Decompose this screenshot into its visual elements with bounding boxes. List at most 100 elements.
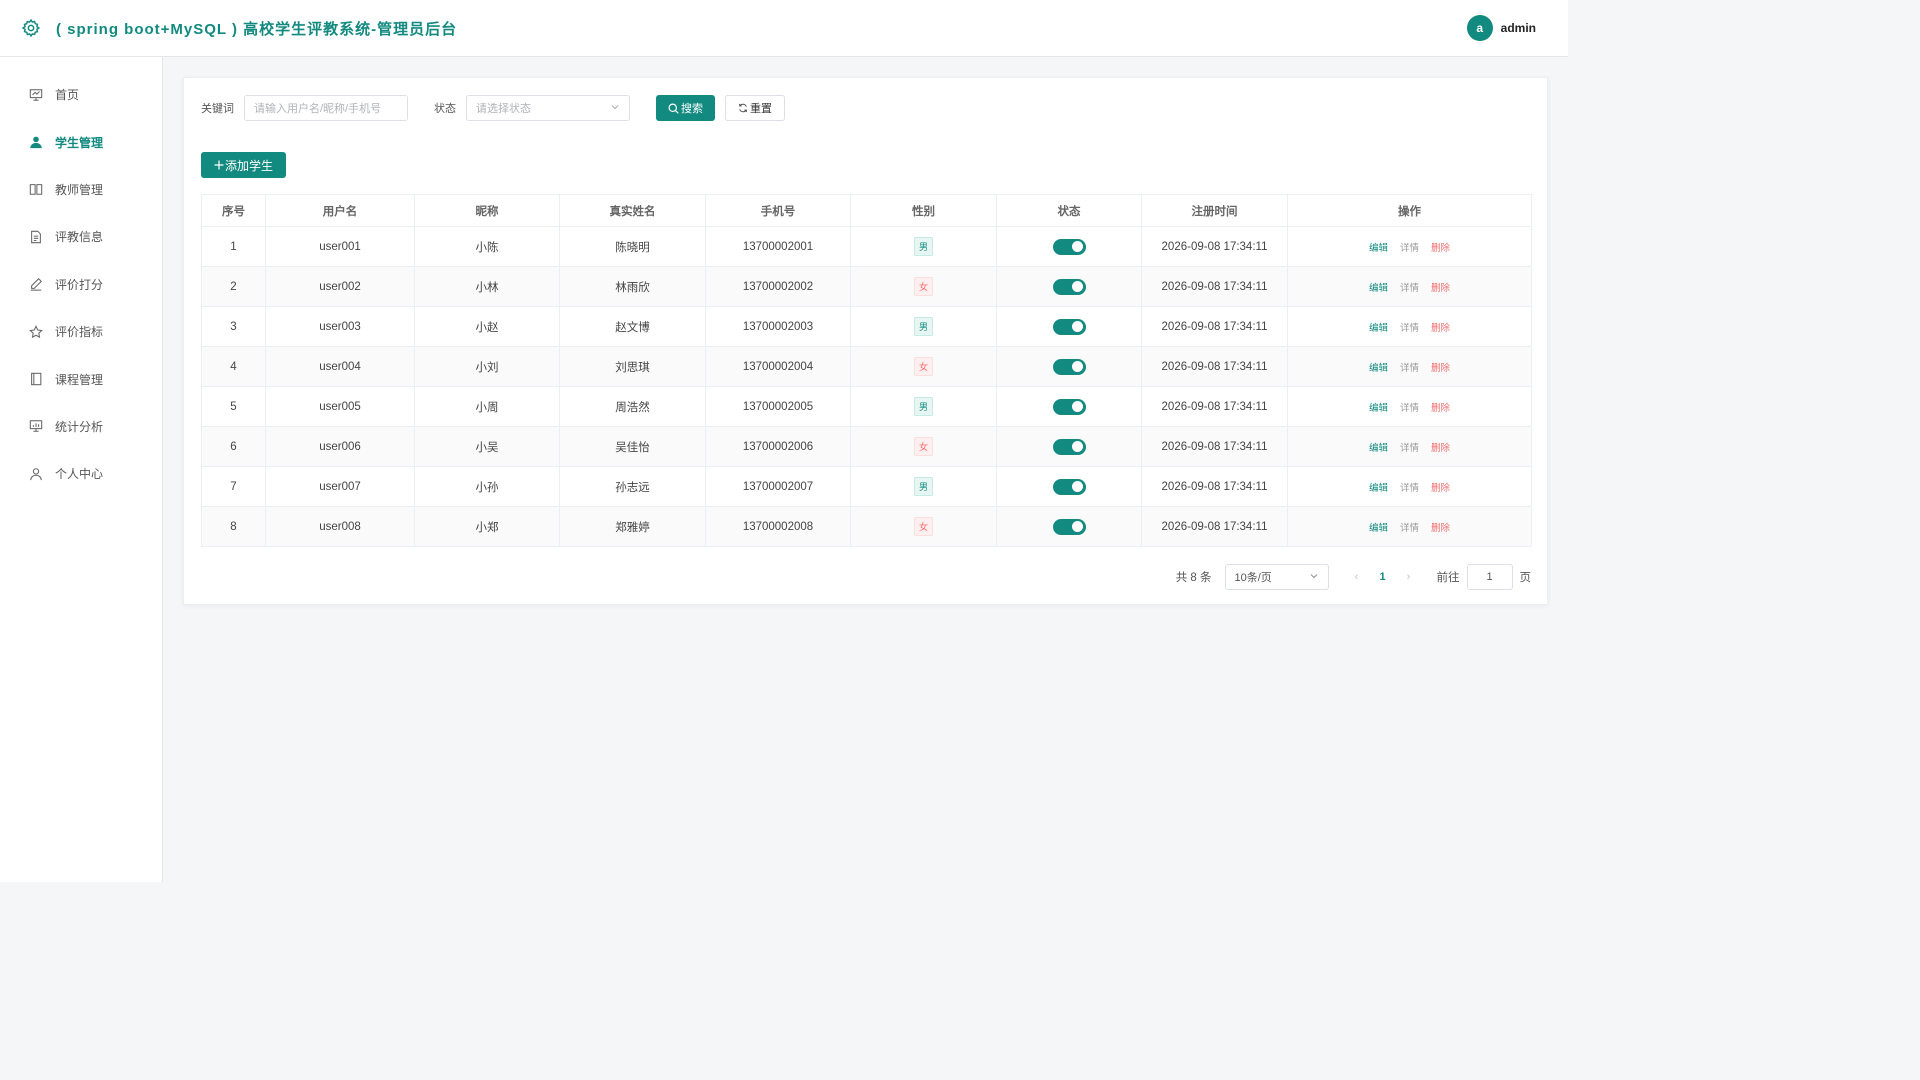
goto-page-input[interactable]: 1 [1466,564,1513,590]
realname-cell: 刘思琪 [559,346,706,387]
phone-cell: 13700002008 [705,506,851,547]
status-toggle[interactable] [1052,438,1086,455]
sidebar-item-evaluations[interactable]: 评教信息 [0,213,162,260]
chevron-down-icon [1309,571,1319,584]
column-header: 状态 [996,194,1142,227]
user-menu[interactable]: a admin [1466,15,1536,41]
register-time-cell: 2026-09-08 17:34:11 [1141,266,1288,307]
search-button[interactable]: 搜索 [656,95,715,121]
realname-cell: 林雨欣 [559,266,706,307]
gear-icon[interactable] [20,17,42,39]
chart-board-icon [28,87,44,103]
detail-button[interactable]: 详情 [1400,363,1419,374]
status-toggle[interactable] [1052,358,1086,375]
gender-tag: 女 [913,517,933,536]
add-student-button[interactable]: 添加学生 [201,152,287,178]
add-student-label: 添加学生 [225,158,274,173]
nickname-cell: 小刘 [414,346,560,387]
delete-button[interactable]: 删除 [1431,443,1450,454]
toggle-knob [1071,241,1083,252]
delete-button[interactable]: 删除 [1431,363,1450,374]
detail-button[interactable]: 详情 [1400,443,1419,454]
sidebar-item-label: 统计分析 [55,419,104,434]
page-jump: 前往 1 页 [1437,564,1531,590]
column-header: 操作 [1287,194,1532,227]
detail-button[interactable]: 详情 [1400,283,1419,294]
status-toggle[interactable] [1052,478,1086,495]
sidebar-item-label: 评价打分 [55,277,104,292]
top-header: ( spring boot+MySQL ) 高校学生评教系统-管理员后台 a a… [0,0,1568,57]
edit-button[interactable]: 编辑 [1369,283,1388,294]
status-cell [996,466,1142,507]
status-toggle[interactable] [1052,518,1086,535]
status-toggle[interactable] [1052,278,1086,295]
student-table: 序号 用户名 昵称 真实姓名 手机号 性别 状态 注册时间 操作 1 user00… [201,194,1532,547]
edit-button[interactable]: 编辑 [1369,243,1388,254]
avatar[interactable]: a [1466,15,1493,41]
nickname-cell: 小赵 [414,306,560,347]
keyword-input[interactable]: 请输入用户名/昵称/手机号 [244,95,408,121]
phone-cell: 13700002003 [705,306,851,347]
edit-button[interactable]: 编辑 [1369,443,1388,454]
sidebar-item-profile[interactable]: 个人中心 [0,450,162,497]
detail-button[interactable]: 详情 [1400,243,1419,254]
register-time-cell: 2026-09-08 17:34:11 [1141,346,1288,387]
table-row: 5 user005 小周 周浩然 13700002005 男 2026-09-08 17:3… [201,386,1532,427]
toggle-knob [1071,321,1083,332]
register-time-cell: 2026-09-08 17:34:11 [1141,426,1288,467]
prev-page-button[interactable]: ‹ [1347,571,1367,583]
realname-cell: 孙志远 [559,466,706,507]
edit-button[interactable]: 编辑 [1369,483,1388,494]
table-row: 2 user002 小林 林雨欣 13700002002 女 2026-09-08 17:3… [201,266,1532,307]
delete-button[interactable]: 删除 [1431,403,1450,414]
user-solid-icon [28,134,44,150]
detail-button[interactable]: 详情 [1400,403,1419,414]
sidebar-item-students[interactable]: 学生管理 [0,118,162,165]
register-time-cell: 2026-09-08 17:34:11 [1141,306,1288,347]
page-number-current[interactable]: 1 [1373,571,1393,583]
gender-cell: 女 [850,266,997,307]
status-select[interactable]: 请选择状态 [466,95,630,121]
delete-button[interactable]: 删除 [1431,523,1450,534]
gender-cell: 男 [850,386,997,427]
status-toggle[interactable] [1052,398,1086,415]
edit-button[interactable]: 编辑 [1369,523,1388,534]
user-icon [28,466,44,482]
delete-button[interactable]: 删除 [1431,483,1450,494]
table-row: 3 user003 小赵 赵文博 13700002003 男 2026-09-08 17:3… [201,306,1532,347]
delete-button[interactable]: 删除 [1431,323,1450,334]
row-index: 3 [201,306,266,347]
sidebar-item-label: 课程管理 [55,372,104,387]
content-card: 关键词 请输入用户名/昵称/手机号 状态 请选择状态 搜索 重置 添加学生 序号… [183,77,1548,605]
status-toggle[interactable] [1052,318,1086,335]
username-cell: user001 [265,226,415,267]
detail-button[interactable]: 详情 [1400,523,1419,534]
column-header: 手机号 [705,194,851,227]
next-page-button[interactable]: › [1399,571,1419,583]
edit-button[interactable]: 编辑 [1369,403,1388,414]
status-placeholder: 请选择状态 [476,103,531,115]
edit-button[interactable]: 编辑 [1369,363,1388,374]
sidebar-item-scoring[interactable]: 评价打分 [0,261,162,308]
delete-button[interactable]: 删除 [1431,283,1450,294]
sidebar-item-courses[interactable]: 课程管理 [0,355,162,402]
phone-cell: 13700002001 [705,226,851,267]
sidebar-item-criteria[interactable]: 评价指标 [0,308,162,355]
username[interactable]: admin [1501,21,1536,35]
sidebar-item-label: 评价指标 [55,325,104,340]
edit-button[interactable]: 编辑 [1369,323,1388,334]
sidebar-item-statistics[interactable]: 统计分析 [0,403,162,450]
notebook-icon [28,371,44,387]
gender-cell: 男 [850,466,997,507]
nickname-cell: 小周 [414,386,560,427]
status-toggle[interactable] [1052,238,1086,255]
reset-button[interactable]: 重置 [725,95,785,121]
detail-button[interactable]: 详情 [1400,483,1419,494]
nickname-cell: 小吴 [414,426,560,467]
sidebar-item-teachers[interactable]: 教师管理 [0,166,162,213]
page-size-select[interactable]: 10条/页 [1224,564,1329,590]
gender-tag: 女 [913,277,933,296]
detail-button[interactable]: 详情 [1400,323,1419,334]
sidebar-item-home[interactable]: 首页 [0,71,162,118]
delete-button[interactable]: 删除 [1431,243,1450,254]
